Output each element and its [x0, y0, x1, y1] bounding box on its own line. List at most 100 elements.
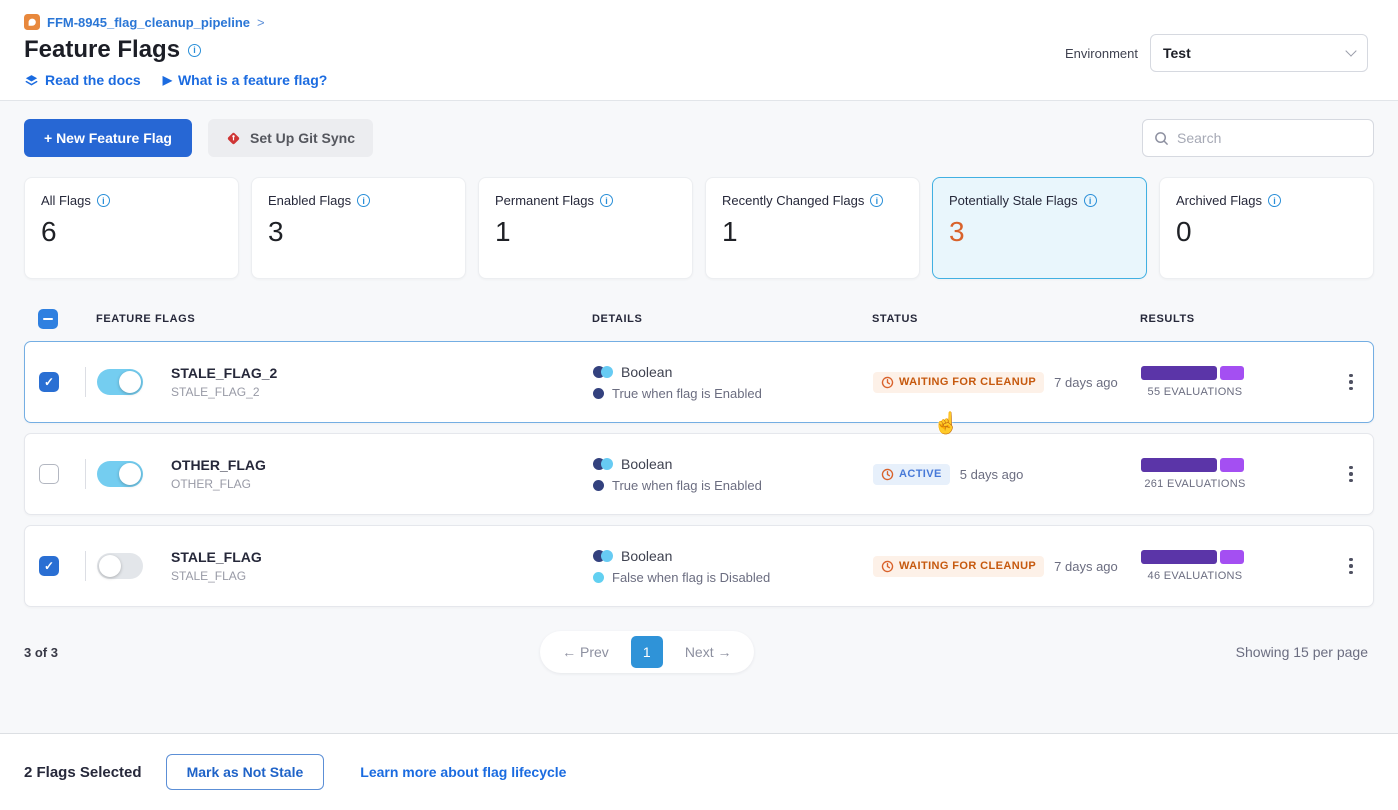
flag-table: STALE_FLAG_2 STALE_FLAG_2 Boolean True w…: [0, 341, 1398, 617]
stat-cards: All Flagsi 6 Enabled Flagsi 3 Permanent …: [0, 171, 1398, 279]
flag-type: Boolean: [621, 456, 672, 472]
project-icon: [24, 14, 40, 30]
breadcrumb-label[interactable]: FFM-8945_flag_cleanup_pipeline: [47, 15, 250, 30]
flag-variation: True when flag is Enabled: [612, 478, 762, 493]
flag-toggle[interactable]: [97, 553, 143, 579]
title-info-icon[interactable]: i: [188, 44, 201, 57]
status-badge[interactable]: WAITING FOR CLEANUP: [873, 372, 1044, 393]
per-page-label: Showing 15 per page: [1236, 644, 1368, 660]
row-count: 3 of 3: [24, 645, 58, 660]
table-row[interactable]: STALE_FLAG STALE_FLAG Boolean False when…: [24, 525, 1374, 607]
stat-value: 3: [268, 216, 449, 248]
read-docs-link[interactable]: Read the docs: [24, 72, 141, 88]
main-content: + New Feature Flag Set Up Git Sync All F…: [0, 101, 1398, 810]
pagination: 3 of 3 ← Prev 1 Next → Showing 15 per pa…: [0, 617, 1398, 673]
clock-icon: [881, 560, 894, 573]
play-icon: ▶: [163, 73, 172, 87]
stat-card-potentially-stale-flags[interactable]: Potentially Stale Flagsi 3: [932, 177, 1147, 279]
evaluations-bar: [1141, 550, 1249, 564]
variation-dot-icon: [593, 480, 604, 491]
new-feature-flag-button[interactable]: + New Feature Flag: [24, 119, 192, 157]
search-input[interactable]: [1177, 130, 1362, 146]
flag-toggle[interactable]: [97, 369, 143, 395]
mark-not-stale-button[interactable]: Mark as Not Stale: [166, 754, 325, 790]
select-all-checkbox[interactable]: [38, 309, 58, 329]
pager: ← Prev 1 Next →: [540, 631, 753, 673]
stat-value: 6: [41, 216, 222, 248]
stat-value: 0: [1176, 216, 1357, 248]
boolean-type-icon: [593, 366, 613, 378]
divider: [85, 367, 86, 397]
stat-card-all-flags[interactable]: All Flagsi 6: [24, 177, 239, 279]
stat-value: 3: [949, 216, 1130, 248]
feature-flags-app: FFM-8945_flag_cleanup_pipeline > Feature…: [0, 0, 1398, 810]
breadcrumb-separator: >: [257, 15, 265, 30]
selection-footer: 2 Flags Selected Mark as Not Stale Learn…: [0, 733, 1398, 810]
status-badge[interactable]: WAITING FOR CLEANUP: [873, 556, 1044, 577]
status-age: 7 days ago: [1054, 559, 1118, 574]
flag-name[interactable]: STALE_FLAG: [171, 549, 593, 565]
flag-name[interactable]: STALE_FLAG_2: [171, 365, 593, 381]
info-icon[interactable]: i: [97, 194, 110, 207]
flag-type: Boolean: [621, 364, 672, 380]
row-checkbox[interactable]: [39, 556, 59, 576]
next-page-button[interactable]: Next →: [671, 638, 746, 666]
row-checkbox[interactable]: [39, 464, 59, 484]
info-icon[interactable]: i: [1084, 194, 1097, 207]
info-icon[interactable]: i: [870, 194, 883, 207]
flag-lifecycle-link[interactable]: Learn more about flag lifecycle: [360, 764, 566, 780]
chevron-down-icon: [1345, 45, 1356, 56]
boolean-type-icon: [593, 550, 613, 562]
column-header-details: DETAILS: [592, 313, 872, 325]
info-icon[interactable]: i: [600, 194, 613, 207]
search-icon: [1154, 131, 1169, 146]
divider: [85, 459, 86, 489]
clock-icon: [881, 468, 894, 481]
flag-id: OTHER_FLAG: [171, 477, 593, 491]
toolbar: + New Feature Flag Set Up Git Sync: [0, 101, 1398, 171]
git-sync-button[interactable]: Set Up Git Sync: [208, 119, 373, 157]
evaluations-count: 261 EVALUATIONS: [1141, 478, 1249, 490]
what-is-flag-link[interactable]: ▶ What is a feature flag?: [163, 72, 328, 88]
flag-id: STALE_FLAG: [171, 569, 593, 583]
stat-value: 1: [495, 216, 676, 248]
stat-card-archived-flags[interactable]: Archived Flagsi 0: [1159, 177, 1374, 279]
page-1-button[interactable]: 1: [631, 636, 663, 668]
flag-name[interactable]: OTHER_FLAG: [171, 457, 593, 473]
info-icon[interactable]: i: [1268, 194, 1281, 207]
environment-select[interactable]: Test: [1150, 34, 1368, 72]
row-checkbox[interactable]: [39, 372, 59, 392]
stat-value: 1: [722, 216, 903, 248]
evaluations-count: 55 EVALUATIONS: [1141, 386, 1249, 398]
info-icon[interactable]: i: [357, 194, 370, 207]
boolean-type-icon: [593, 458, 613, 470]
environment-label: Environment: [1065, 46, 1138, 61]
selected-count-label: 2 Flags Selected: [24, 764, 142, 781]
stat-card-recently-changed-flags[interactable]: Recently Changed Flagsi 1: [705, 177, 920, 279]
divider: [85, 551, 86, 581]
evaluations-count: 46 EVALUATIONS: [1141, 570, 1249, 582]
status-age: 5 days ago: [960, 467, 1024, 482]
stat-card-permanent-flags[interactable]: Permanent Flagsi 1: [478, 177, 693, 279]
column-header-results: RESULTS: [1140, 313, 1330, 325]
stat-card-enabled-flags[interactable]: Enabled Flagsi 3: [251, 177, 466, 279]
column-header-feature-flags: FEATURE FLAGS: [96, 313, 592, 325]
table-row[interactable]: STALE_FLAG_2 STALE_FLAG_2 Boolean True w…: [24, 341, 1374, 423]
page-title: Feature Flags: [24, 36, 180, 64]
column-header-status: STATUS: [872, 313, 1140, 325]
table-row[interactable]: OTHER_FLAG OTHER_FLAG Boolean True when …: [24, 433, 1374, 515]
clock-icon: [881, 376, 894, 389]
status-badge[interactable]: ACTIVE: [873, 464, 950, 485]
kebab-menu-icon[interactable]: [1331, 552, 1371, 581]
kebab-menu-icon[interactable]: [1331, 460, 1371, 489]
environment-value: Test: [1163, 45, 1191, 61]
prev-page-button[interactable]: ← Prev: [548, 638, 623, 666]
evaluations-bar: [1141, 366, 1249, 380]
docs-icon: [24, 73, 39, 88]
search-box[interactable]: [1142, 119, 1374, 157]
kebab-menu-icon[interactable]: [1331, 368, 1371, 397]
flag-toggle[interactable]: [97, 461, 143, 487]
breadcrumb[interactable]: FFM-8945_flag_cleanup_pipeline >: [24, 14, 1374, 30]
flag-variation: True when flag is Enabled: [612, 386, 762, 401]
evaluations-bar: [1141, 458, 1249, 472]
